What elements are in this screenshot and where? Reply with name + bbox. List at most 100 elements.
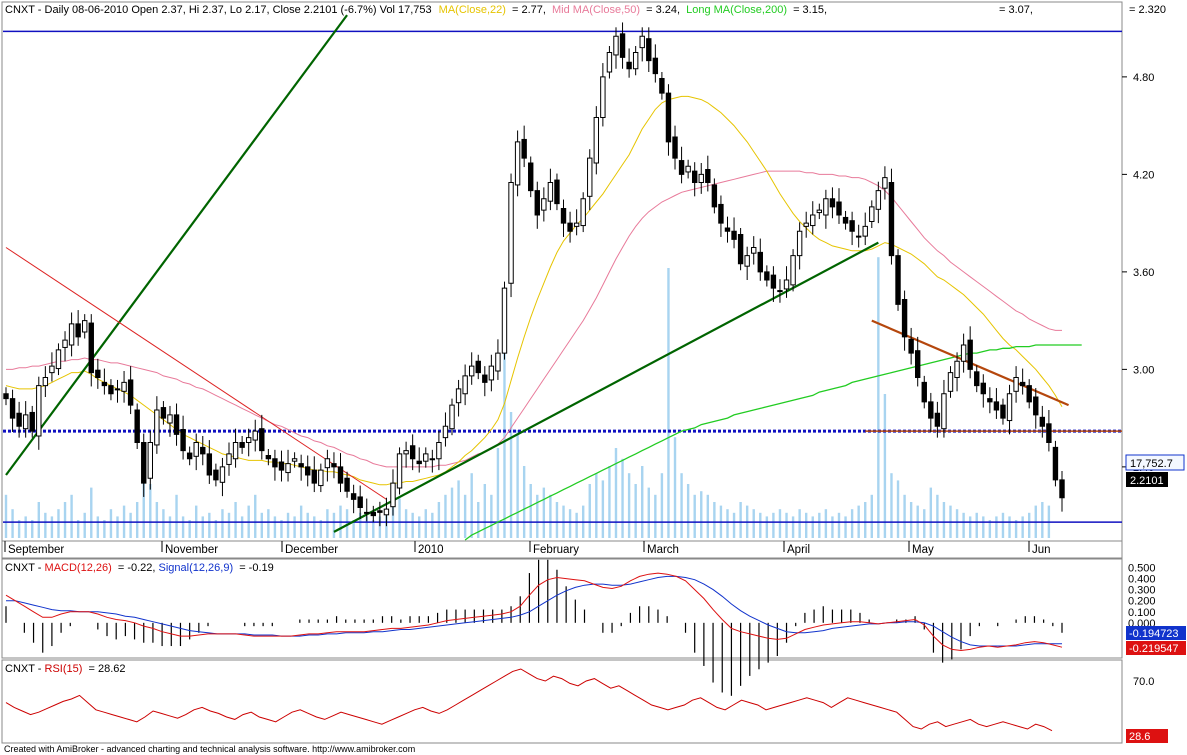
candle-body	[265, 455, 272, 460]
volume-bar	[903, 494, 906, 538]
volume-bar	[870, 494, 873, 538]
candle-body	[934, 412, 941, 427]
candle-body	[770, 274, 777, 289]
candle-body	[705, 169, 711, 183]
volume-bar	[883, 394, 887, 538]
volume-bar	[555, 502, 559, 538]
volume-bar	[726, 509, 729, 538]
volume-bar	[306, 512, 309, 538]
candle-body	[232, 442, 239, 460]
candle-body	[646, 38, 652, 62]
candle-body	[219, 466, 226, 483]
volume-bar	[1021, 516, 1024, 538]
volume-bar	[641, 466, 644, 538]
candle-body	[206, 453, 213, 476]
volume-bar	[680, 473, 683, 538]
candle-body	[954, 360, 960, 378]
candle-body	[724, 227, 731, 232]
volume-bar	[83, 512, 86, 538]
volume-bar	[149, 484, 152, 538]
volume-bar	[1041, 502, 1044, 538]
volume-bar	[529, 484, 532, 538]
candle-body	[908, 338, 914, 354]
chart-stage: 4.804.203.603.002.40SeptemberNovemberDec…	[0, 0, 1187, 755]
volume-bar	[234, 502, 237, 538]
candle-body	[475, 360, 481, 374]
candle-body	[777, 290, 783, 293]
footer-credit: Created with AmiBroker - advanced charti…	[4, 744, 415, 754]
candle-body	[1013, 377, 1019, 392]
volume-bar	[496, 448, 500, 538]
volume-bar	[739, 502, 742, 538]
candle-body	[731, 230, 737, 240]
price-header: CNXT - Daily 08-06-2010 Open 2.37, Hi 2.…	[5, 4, 827, 16]
ma200-label: Long MA(Close,200)	[686, 4, 787, 16]
price-panel: 4.804.203.603.002.40SeptemberNovemberDec…	[3, 14, 1154, 556]
volume-bar	[713, 502, 716, 538]
volume-bar	[896, 480, 900, 538]
volume-bar	[332, 512, 336, 538]
candle-body	[285, 463, 291, 474]
candle-body	[632, 52, 639, 70]
candle-body	[449, 404, 455, 430]
candle-body	[534, 190, 540, 216]
candle-body	[947, 372, 954, 392]
volume-bar	[313, 516, 316, 538]
candle-body	[1059, 479, 1065, 499]
candle-body	[127, 379, 134, 406]
candle-body	[108, 385, 114, 395]
candle-body	[75, 323, 81, 338]
candle-body	[849, 220, 855, 232]
month-label: March	[647, 544, 679, 556]
candle-body	[626, 61, 632, 70]
candle-body	[928, 401, 934, 419]
candle-body	[554, 179, 560, 205]
candle-body	[436, 442, 442, 460]
candle-body	[370, 511, 377, 517]
volume-bar	[181, 516, 185, 538]
candle-body	[810, 214, 816, 227]
candle-body	[764, 271, 770, 281]
candle-body	[3, 393, 9, 400]
candle-body	[245, 437, 252, 443]
volume-bar	[11, 509, 14, 538]
candle-body	[186, 452, 193, 460]
volume-bar	[398, 498, 401, 538]
candle-body	[318, 469, 324, 487]
candle-body	[429, 458, 436, 461]
volume-bar	[490, 494, 493, 538]
volume-bar	[568, 509, 572, 538]
volume-bar	[1001, 512, 1005, 538]
volume-bar	[326, 509, 329, 538]
candle-body	[921, 381, 927, 403]
candle-body	[364, 511, 370, 514]
candle-body	[580, 198, 586, 227]
candle-body	[823, 198, 829, 216]
volume-bar	[831, 516, 834, 538]
volume-bar	[37, 502, 40, 538]
rsi-panel: 70.0	[5, 668, 1154, 732]
candle-body	[665, 92, 672, 143]
candle-body	[95, 369, 101, 378]
rsi-header: CNXT - RSI(15) = 28.62	[5, 663, 126, 675]
candle-body	[816, 209, 823, 214]
candle-body	[278, 461, 285, 471]
volume-bar	[686, 484, 690, 538]
macd-header: CNXT - MACD(12,26) = -0.22, Signal(12,26…	[5, 562, 274, 574]
candle-body	[331, 463, 337, 468]
chart-svg: 4.804.203.603.002.40SeptemberNovemberDec…	[1, 1, 1186, 754]
volume-bar	[109, 509, 113, 538]
candle-body	[888, 182, 895, 257]
volume-bar	[135, 502, 139, 538]
candle-body	[967, 339, 973, 370]
candle-body	[344, 477, 350, 492]
volume-bar	[627, 473, 631, 538]
volume-bar	[811, 516, 814, 538]
volume-bar	[667, 268, 670, 538]
candle-body	[718, 203, 724, 224]
volume-bar	[654, 494, 657, 538]
price-top-value: = 2.320	[1129, 4, 1166, 16]
rsi-label: RSI(15)	[45, 663, 83, 675]
candle-body	[141, 442, 147, 484]
volume-bar	[844, 516, 847, 538]
